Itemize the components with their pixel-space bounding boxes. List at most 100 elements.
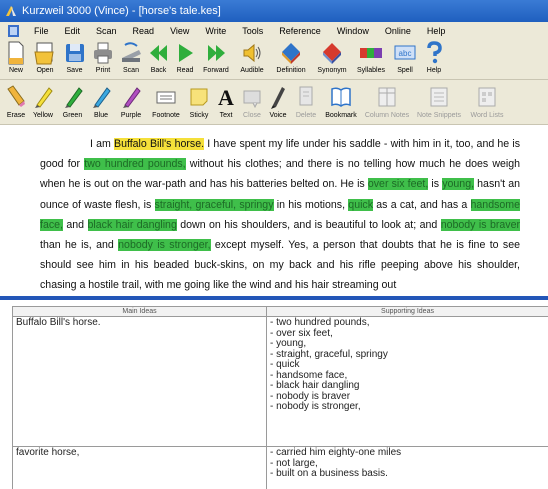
- syllables-button[interactable]: Syllables: [352, 40, 390, 74]
- delete-note-icon: [299, 86, 313, 106]
- text-note-button[interactable]: A Text: [213, 83, 239, 119]
- text-segment: is: [428, 178, 443, 191]
- back-button[interactable]: Back: [145, 40, 172, 74]
- blue-highlighter-icon: [93, 87, 111, 108]
- list-item: - black hair dangling: [270, 380, 360, 391]
- menu-scan[interactable]: Scan: [88, 26, 125, 36]
- window-title: Kurzweil 3000 (Vince) - [horse's tale.ke…: [22, 5, 221, 17]
- supporting-ideas-cell[interactable]: - two hundred pounds, - over six feet, -…: [266, 316, 548, 447]
- text-segment: as a cat, and has a: [373, 198, 471, 211]
- menu-edit[interactable]: Edit: [57, 26, 89, 36]
- purple-highlighter-icon: [123, 87, 141, 108]
- menu-help[interactable]: Help: [419, 26, 454, 36]
- close-note-button[interactable]: Close: [239, 83, 265, 119]
- highlight-green[interactable]: straight, graceful, springy: [154, 198, 274, 211]
- text-segment: than he is, and: [40, 239, 119, 252]
- blue-highlighter-button[interactable]: Blue: [87, 83, 115, 119]
- synonym-button[interactable]: Synonym: [312, 40, 352, 74]
- menu-file[interactable]: File: [26, 26, 57, 36]
- voice-pen-icon: [271, 87, 285, 109]
- menu-bar: File Edit Scan Read View Write Tools Ref…: [0, 22, 548, 40]
- spell-button[interactable]: abc Spell: [390, 40, 420, 74]
- highlight-green[interactable]: young,: [442, 178, 475, 191]
- delete-note-button[interactable]: Delete: [291, 83, 321, 119]
- help-button[interactable]: Help: [420, 40, 448, 74]
- menu-view[interactable]: View: [162, 26, 197, 36]
- note-snippets-icon: [430, 87, 448, 107]
- print-button[interactable]: Print: [89, 40, 117, 74]
- syllables-icon: [360, 48, 382, 58]
- yellow-highlighter-button[interactable]: Yellow: [28, 83, 58, 119]
- main-toolbar: New Open Save Print Scan Back Read Forwa…: [0, 40, 548, 80]
- footnote-button[interactable]: Footnote: [147, 83, 185, 119]
- menu-window[interactable]: Window: [329, 26, 377, 36]
- open-folder-icon: [34, 42, 54, 65]
- play-icon: [179, 44, 193, 62]
- list-item: - two hundred pounds,: [270, 317, 370, 328]
- svg-text:abc: abc: [399, 49, 412, 58]
- list-item: - over six feet,: [270, 327, 333, 339]
- scanner-icon: [122, 42, 141, 62]
- scan-button[interactable]: Scan: [117, 40, 145, 74]
- column-notes-button[interactable]: Column Notes: [361, 83, 413, 119]
- menu-reference[interactable]: Reference: [271, 26, 329, 36]
- save-button[interactable]: Save: [60, 40, 89, 74]
- green-highlighter-button[interactable]: Green: [58, 83, 87, 119]
- open-button[interactable]: Open: [30, 40, 60, 74]
- synonym-book-icon: [323, 43, 341, 64]
- back-arrow-icon: [149, 45, 167, 61]
- definition-button[interactable]: Definition: [270, 40, 312, 74]
- save-disk-icon: [65, 44, 84, 62]
- table-row: Buffalo Bill's horse. - two hundred poun…: [12, 316, 548, 447]
- text-segment: down on his shoulders, and is beautiful …: [176, 218, 441, 231]
- menu-tools[interactable]: Tools: [234, 26, 271, 36]
- list-item: - young,: [270, 338, 307, 349]
- highlight-yellow[interactable]: Buffalo Bill's horse.: [114, 138, 205, 150]
- main-idea-cell[interactable]: Buffalo Bill's horse.: [12, 316, 267, 447]
- highlight-green[interactable]: two hundred pounds,: [84, 158, 186, 171]
- menu-write[interactable]: Write: [197, 26, 234, 36]
- audible-button[interactable]: Audible: [234, 40, 270, 74]
- eraser-icon: [7, 85, 25, 107]
- sticky-note-button[interactable]: Sticky: [185, 83, 213, 119]
- supporting-ideas-header[interactable]: Supporting Ideas: [266, 306, 548, 317]
- supporting-list: - two hundred pounds, - over six feet, -…: [270, 317, 545, 413]
- highlight-green[interactable]: nobody is braver: [440, 218, 521, 231]
- purple-highlighter-button[interactable]: Purple: [115, 83, 147, 119]
- highlight-green[interactable]: over six feet,: [367, 178, 429, 191]
- document-reading-pane[interactable]: I am Buffalo Bill's horse. I have spent …: [0, 126, 548, 300]
- read-button[interactable]: Read: [172, 40, 198, 74]
- highlight-green[interactable]: quick: [348, 198, 374, 211]
- document-text[interactable]: I am Buffalo Bill's horse. I have spent …: [40, 134, 521, 296]
- list-item: - nobody is stronger,: [270, 401, 361, 412]
- new-button[interactable]: New: [2, 40, 30, 74]
- yellow-highlighter-icon: [35, 87, 53, 108]
- menu-read[interactable]: Read: [125, 26, 163, 36]
- document-icon[interactable]: [6, 24, 22, 38]
- window-title-bar[interactable]: Kurzweil 3000 (Vince) - [horse's tale.ke…: [0, 0, 548, 22]
- note-snippets-button[interactable]: Note Snippets: [413, 83, 465, 119]
- forward-button[interactable]: Forward: [198, 40, 234, 74]
- speaker-icon: [243, 43, 261, 63]
- list-item: - quick: [270, 359, 300, 370]
- list-item: - carried him eighty-one miles: [270, 447, 402, 458]
- word-lists-button[interactable]: Word Lists: [465, 83, 509, 119]
- supporting-ideas-cell[interactable]: - carried him eighty-one miles - not lar…: [266, 446, 548, 489]
- notes-table: Main Ideas Supporting Ideas Buffalo Bill…: [12, 306, 548, 489]
- menu-online[interactable]: Online: [377, 26, 419, 36]
- list-item: - built on a business basis.: [270, 468, 388, 479]
- column-notes-icon: [378, 87, 396, 107]
- highlight-green[interactable]: nobody is stronger,: [118, 239, 211, 252]
- bookmark-button[interactable]: Bookmark: [321, 83, 361, 119]
- green-highlighter-icon: [64, 87, 83, 108]
- spell-icon: abc: [394, 45, 416, 60]
- main-ideas-header[interactable]: Main Ideas: [12, 306, 267, 317]
- main-idea-cell[interactable]: favorite horse,: [12, 446, 267, 489]
- text-icon: A: [218, 85, 234, 110]
- voice-note-button[interactable]: Voice: [265, 83, 291, 119]
- close-note-icon: [243, 90, 261, 109]
- text-segment: in his motions,: [273, 198, 349, 211]
- erase-button[interactable]: Erase: [4, 83, 28, 119]
- highlight-green[interactable]: black hair dangling: [87, 218, 177, 231]
- svg-text:A: A: [218, 85, 234, 110]
